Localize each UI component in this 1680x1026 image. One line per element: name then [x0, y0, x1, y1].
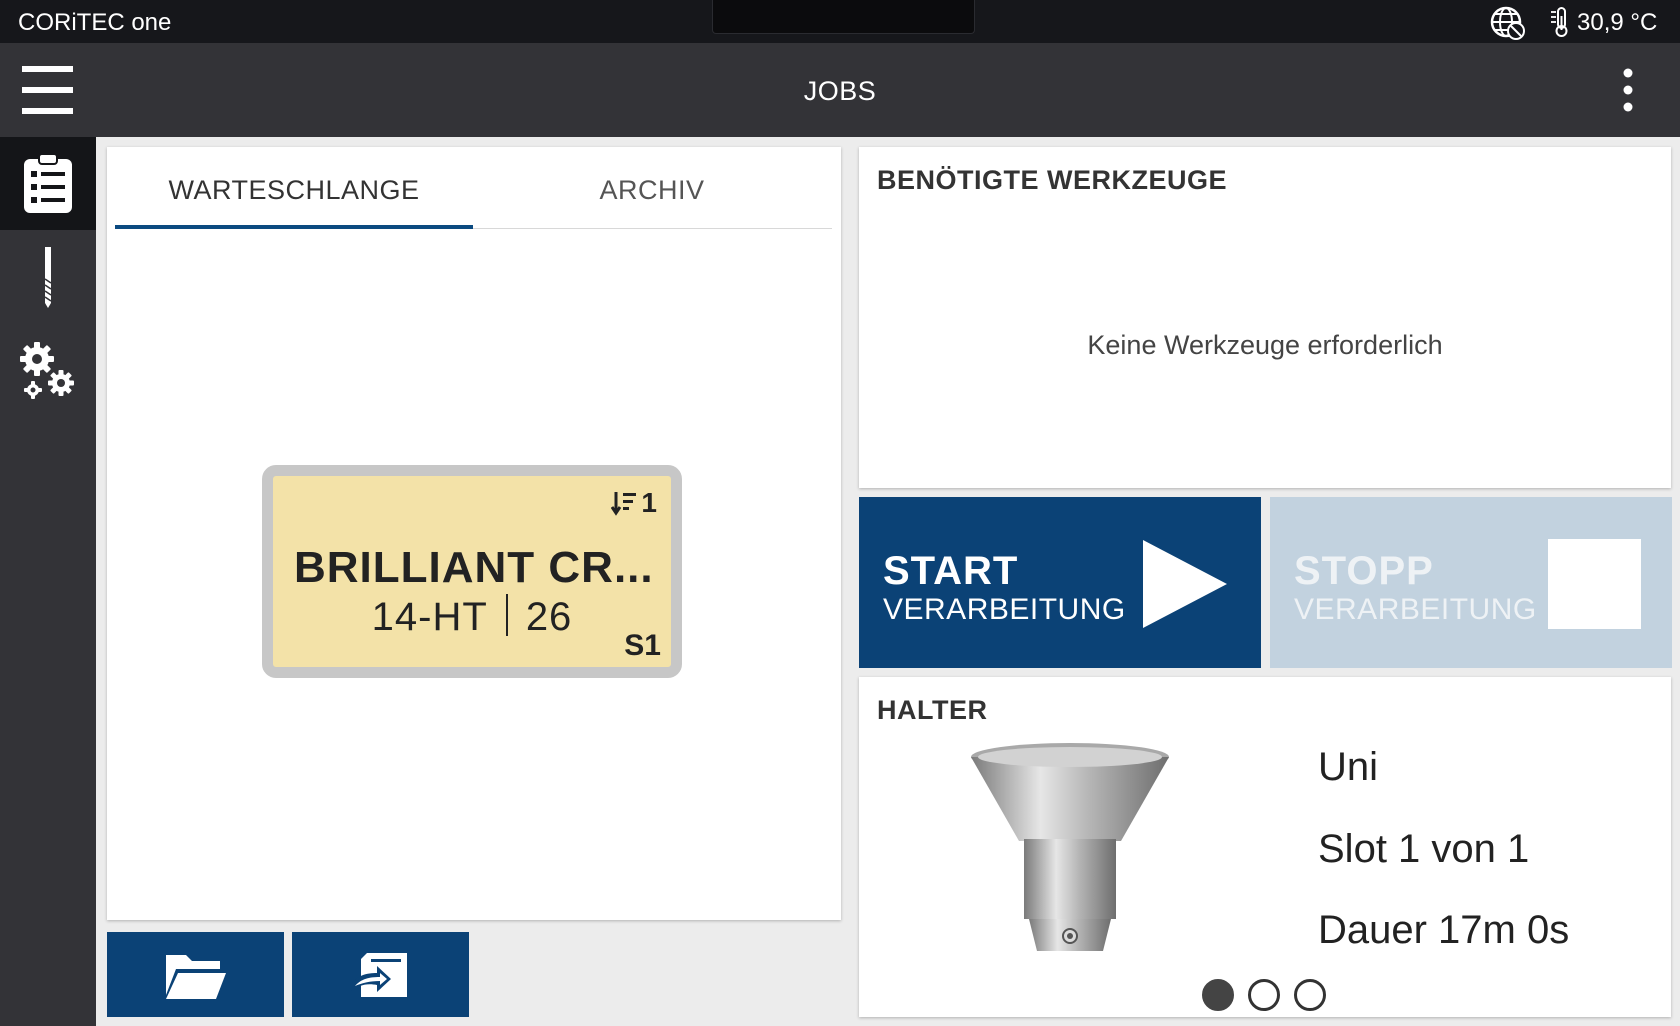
queue-panel: WARTESCHLANGE ARCHIV 1 BRILLIANT CR... 1… — [107, 147, 841, 920]
stop-label: STOPP — [1294, 549, 1434, 593]
hamburger-menu-icon — [22, 66, 73, 114]
page-dot-3[interactable] — [1294, 979, 1326, 1011]
status-bar: CORiTEC one 30,9 °C — [0, 0, 1680, 43]
tab-archiv[interactable]: ARCHIV — [473, 147, 831, 229]
tab-warteschlange[interactable]: WARTESCHLANGE — [115, 147, 473, 229]
job-detail-separator — [505, 594, 508, 636]
holder-name: Uni — [1318, 745, 1379, 789]
tools-panel: BENÖTIGTE WERKZEUGE Keine Werkzeuge erfo… — [859, 147, 1671, 488]
temperature-readout: 30,9 °C — [1577, 9, 1658, 36]
menu-button[interactable] — [0, 43, 96, 137]
open-folder-button[interactable] — [107, 932, 284, 1017]
job-detail: 14-HT 26 — [273, 594, 671, 640]
thermometer-icon — [1549, 6, 1571, 43]
stop-sublabel: VERARBEITUNG — [1294, 593, 1537, 626]
holder-duration: Dauer 17m 0s — [1318, 908, 1570, 952]
import-button[interactable] — [292, 932, 469, 1017]
job-count: 26 — [525, 595, 573, 639]
holder-title: HALTER — [877, 695, 988, 725]
gears-icon — [20, 341, 74, 399]
page-indicator — [1202, 979, 1326, 1011]
page-dot-1[interactable] — [1202, 979, 1234, 1011]
clipboard-list-icon — [24, 152, 72, 213]
drill-bit-icon — [44, 246, 52, 308]
app-bar: JOBS — [0, 43, 1680, 137]
sidebar-item-tools[interactable] — [0, 230, 96, 323]
holder-slot: Slot 1 von 1 — [1318, 827, 1530, 871]
sort-order-icon — [611, 492, 637, 516]
more-vert-icon — [1623, 68, 1633, 112]
play-icon — [1143, 540, 1227, 628]
job-name: BRILLIANT CR... — [294, 543, 654, 592]
job-card[interactable]: 1 BRILLIANT CR... 14-HT 26 S1 — [262, 465, 682, 678]
import-icon — [350, 952, 407, 997]
app-name: CORiTEC one — [18, 9, 172, 36]
job-position-number: 1 — [641, 487, 657, 518]
tools-empty-message: Keine Werkzeuge erforderlich — [1087, 330, 1443, 360]
more-options-button[interactable] — [1608, 63, 1648, 117]
globe-offline-icon — [1489, 5, 1527, 46]
start-button[interactable]: START VERARBEITUNG — [859, 497, 1261, 668]
sidebar-item-jobs[interactable] — [0, 137, 96, 230]
stop-button[interactable]: STOPP VERARBEITUNG — [1270, 497, 1672, 668]
job-material: 14-HT — [371, 595, 488, 639]
page-dot-2[interactable] — [1248, 979, 1280, 1011]
camera-notch — [712, 0, 975, 34]
sidebar-item-settings[interactable] — [0, 323, 96, 416]
job-position: 1 — [611, 487, 657, 519]
queue-tabs: WARTESCHLANGE ARCHIV — [115, 147, 832, 229]
job-slot: S1 — [624, 629, 661, 662]
holder-panel: HALTER Uni Slot 1 von 1 Dauer 17m 0s — [859, 677, 1671, 1017]
tools-title: BENÖTIGTE WERKZEUGE — [877, 165, 1228, 195]
start-label: START — [883, 549, 1019, 593]
stop-icon — [1548, 539, 1641, 629]
sidebar — [0, 137, 96, 1026]
holder-image — [971, 743, 1169, 951]
page-title: JOBS — [803, 76, 877, 106]
start-sublabel: VERARBEITUNG — [883, 593, 1126, 626]
open-folder-icon — [165, 954, 226, 999]
